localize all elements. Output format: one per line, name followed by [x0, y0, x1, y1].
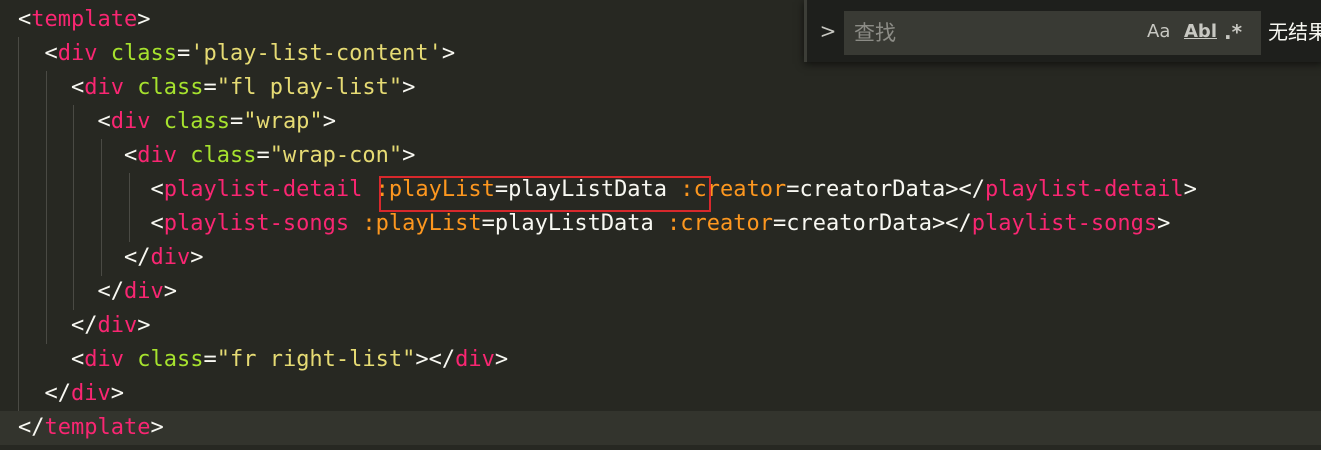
code-token: < — [18, 7, 32, 32]
code-token: > — [150, 415, 164, 440]
code-token: playlist-detail — [984, 177, 1184, 202]
code-token: div — [150, 245, 191, 270]
code-line-text: <div class="fr right-list"></div> — [18, 343, 508, 377]
code-token: > — [1157, 211, 1171, 236]
code-token: 'play-list-content' — [190, 41, 442, 66]
code-token: class — [190, 143, 257, 168]
code-token: =creatorData></ — [786, 177, 985, 202]
code-token: = — [176, 41, 191, 66]
code-token: ></ — [415, 347, 456, 372]
code-token: </ — [18, 245, 151, 270]
code-token: > — [137, 313, 151, 338]
code-token: < — [18, 347, 85, 372]
match-whole-word-icon[interactable]: Abl — [1184, 18, 1217, 46]
code-token: playlist-detail — [163, 177, 363, 202]
code-token: "wrap" — [243, 109, 323, 134]
code-line-text: </div> — [18, 275, 177, 309]
code-token: class — [137, 347, 204, 372]
toggle-replace-chevron-icon[interactable]: > — [817, 18, 839, 44]
code-line-text: <div class="wrap"> — [18, 105, 336, 139]
code-token: class — [110, 41, 177, 66]
code-line[interactable]: </template> — [0, 411, 1321, 445]
code-token: > — [402, 75, 416, 100]
code-token: div — [57, 41, 98, 66]
code-token: template — [44, 415, 151, 440]
code-token: :playList — [362, 211, 482, 236]
code-line-text: </div> — [18, 309, 151, 343]
code-token: < — [18, 41, 58, 66]
code-token: div — [137, 143, 177, 168]
code-token: div — [123, 279, 164, 304]
code-token: > — [494, 347, 509, 372]
code-token: div — [70, 381, 111, 406]
code-line-text: </template> — [18, 411, 164, 445]
code-token: class — [163, 109, 230, 134]
code-token: < — [18, 109, 111, 134]
code-token: :creator — [667, 211, 774, 236]
code-token: "fl play-list" — [216, 75, 403, 100]
code-token: class — [137, 75, 204, 100]
code-line-text: <div class="wrap-con"> — [18, 139, 415, 173]
code-token: div — [84, 347, 124, 372]
code-line-text: <playlist-songs :playList=playListData :… — [18, 207, 1170, 241]
code-token: div — [84, 75, 124, 100]
code-token: </ — [18, 415, 45, 440]
code-token: = — [256, 143, 270, 168]
code-line-text: <div class='play-list-content'> — [18, 37, 455, 71]
code-line-text: </div> — [18, 377, 124, 411]
code-token: </ — [18, 381, 71, 406]
code-token: > — [402, 143, 416, 168]
find-result-count: 无结果 — [1268, 20, 1321, 44]
code-token: > — [190, 245, 204, 270]
code-token: </ — [18, 313, 98, 338]
use-regex-icon[interactable]: .* — [1224, 18, 1242, 46]
code-token: div — [110, 109, 151, 134]
code-line-text: <template> — [18, 3, 150, 37]
code-token: =playListData — [481, 211, 668, 236]
find-widget: > Aa Abl .* 无结果 — [804, 0, 1321, 62]
code-token: =creatorData></ — [773, 211, 972, 236]
code-line-text: <div class="fl play-list"> — [18, 71, 415, 105]
code-token: < — [18, 177, 164, 202]
code-token: div — [97, 313, 138, 338]
code-token: < — [18, 75, 85, 100]
code-token: playlist-songs — [163, 211, 350, 236]
code-token: = — [203, 347, 217, 372]
code-token: </ — [18, 279, 124, 304]
code-token: > — [322, 109, 336, 134]
code-line-text: </div> — [18, 241, 204, 275]
code-token: > — [110, 381, 124, 406]
code-token: = — [229, 109, 244, 134]
code-token: < — [18, 211, 164, 236]
match-case-icon[interactable]: Aa — [1147, 18, 1170, 46]
code-token: > — [163, 279, 177, 304]
code-token: template — [31, 7, 138, 32]
code-token: playlist-songs — [971, 211, 1158, 236]
code-token: > — [441, 41, 456, 66]
code-token: > — [137, 7, 151, 32]
code-token: "fr right-list" — [216, 347, 416, 372]
code-editor[interactable]: <template> <div class='play-list-content… — [0, 0, 1321, 450]
annotation-highlight-box — [379, 176, 711, 212]
code-token: > — [1183, 177, 1197, 202]
code-token: = — [203, 75, 217, 100]
code-token: < — [18, 143, 138, 168]
code-token: "wrap-con" — [269, 143, 403, 168]
code-token: div — [455, 347, 495, 372]
